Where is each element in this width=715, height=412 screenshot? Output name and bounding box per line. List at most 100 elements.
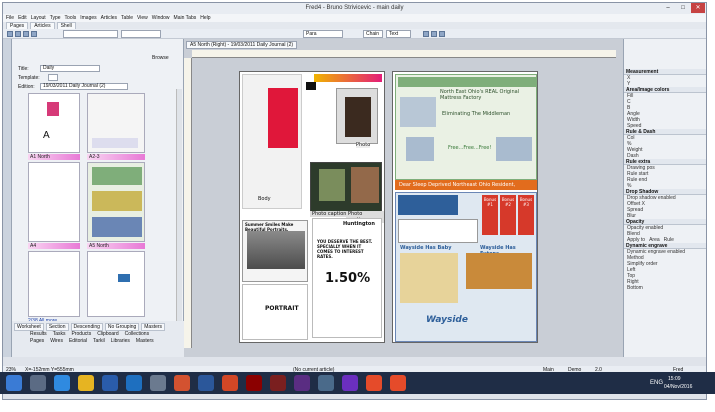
- tab-clipboard[interactable]: Clipboard: [97, 331, 118, 337]
- grouping-select[interactable]: No Grouping: [104, 323, 140, 331]
- photoshop-icon[interactable]: [294, 375, 310, 391]
- tab-collections[interactable]: Collections: [125, 331, 149, 337]
- tab-articles[interactable]: Articles: [30, 22, 55, 29]
- align-center-icon[interactable]: [431, 31, 437, 37]
- zoom-tool-icon[interactable]: [31, 31, 37, 37]
- para-field[interactable]: Para: [303, 30, 343, 38]
- tab-editorial[interactable]: Editorial: [69, 338, 87, 344]
- menu-tools[interactable]: Tools: [65, 15, 77, 21]
- edition-select[interactable]: 19/03/2011 Daily Journal (2): [40, 83, 128, 90]
- photo-frame-1[interactable]: [336, 88, 378, 144]
- masters-button[interactable]: Masters: [141, 323, 166, 331]
- align-left-icon[interactable]: [423, 31, 429, 37]
- explorer-icon[interactable]: [30, 375, 46, 391]
- menu-articles[interactable]: Articles: [101, 15, 117, 21]
- browse-button[interactable]: Browse: [152, 55, 169, 61]
- tab-tarkil[interactable]: Tarkil: [93, 338, 105, 344]
- worksheet-select[interactable]: Worksheet: [14, 323, 44, 331]
- template-label: Template:: [18, 75, 40, 81]
- menu-help[interactable]: Help: [200, 15, 210, 21]
- powerpoint-icon[interactable]: [174, 375, 190, 391]
- text-field[interactable]: Text: [386, 30, 411, 38]
- descending-select[interactable]: Descending: [70, 323, 103, 331]
- section-select[interactable]: Section: [45, 323, 69, 331]
- body-label: Body: [258, 196, 271, 202]
- huntington-ad[interactable]: Huntington YOU DESERVE THE BEST. SPECIAL…: [312, 218, 382, 338]
- photo-caption-1: Photo caption: [310, 211, 349, 217]
- page-thumb-a1[interactable]: A: [28, 93, 80, 153]
- page-thumb-a3[interactable]: [87, 162, 145, 242]
- menu-type[interactable]: Type: [50, 15, 61, 21]
- menu-view[interactable]: View: [137, 15, 148, 21]
- mattress-ad[interactable]: North East Ohio's REAL Original Mattress…: [395, 74, 537, 180]
- page-left[interactable]: Body Photo Photo caption Photo caption S…: [239, 71, 385, 343]
- pdf-icon[interactable]: [222, 375, 238, 391]
- red-block: [268, 88, 298, 148]
- bottom-field[interactable]: Bottom: [624, 285, 706, 291]
- tab-masters[interactable]: Masters: [136, 338, 154, 344]
- document-tab[interactable]: A5 North (Right) - 19/03/2011 Daily Jour…: [186, 41, 298, 49]
- menu-main-tabs[interactable]: Main Tabs: [174, 15, 197, 21]
- tab-wires[interactable]: Wires: [50, 338, 63, 344]
- menu-images[interactable]: Images: [80, 15, 96, 21]
- menu-window[interactable]: Window: [152, 15, 170, 21]
- chrome-icon[interactable]: [78, 375, 94, 391]
- calendar-icon[interactable]: [54, 375, 70, 391]
- chain-field[interactable]: Chain: [363, 30, 383, 38]
- wayside-ad[interactable]: Bonus #1 Bonus #2 Bonus #3 Wayside Has B…: [395, 192, 537, 342]
- app-window: Fred4 - Bruno Strivicevic - main daily –…: [2, 2, 707, 400]
- page-label-a1: A1 North: [28, 154, 80, 160]
- outlook-icon[interactable]: [126, 375, 142, 391]
- page-thumb-a5[interactable]: [28, 251, 80, 317]
- tab-shell[interactable]: Shell: [56, 22, 76, 29]
- tab-pages-bottom[interactable]: Pages: [30, 338, 44, 344]
- page-thumb-a4[interactable]: [28, 162, 80, 242]
- note-icon[interactable]: [318, 375, 334, 391]
- clock-time[interactable]: 15:09: [668, 376, 681, 382]
- frame-tool-icon[interactable]: [23, 31, 29, 37]
- title-field[interactable]: Daily: [40, 65, 100, 72]
- menu-edit[interactable]: Edit: [18, 15, 27, 21]
- select-tool-icon[interactable]: [7, 31, 13, 37]
- menu-layout[interactable]: Layout: [31, 15, 46, 21]
- taskbar: ENG 15:09 04/Nov/2016: [0, 372, 715, 394]
- text-tool-icon[interactable]: [15, 31, 21, 37]
- visual-studio-icon[interactable]: [342, 375, 358, 391]
- page-thumb-a2[interactable]: [87, 93, 145, 153]
- skype-icon[interactable]: [150, 375, 166, 391]
- page-label-a4: A4: [28, 243, 80, 249]
- word-icon[interactable]: [198, 375, 214, 391]
- horizontal-ruler: [192, 50, 616, 58]
- size-field[interactable]: [121, 30, 161, 38]
- clock-date[interactable]: 04/Nov/2016: [664, 384, 692, 390]
- indesign-icon[interactable]: [246, 375, 262, 391]
- photo-frame-2[interactable]: [310, 162, 382, 212]
- language-indicator[interactable]: ENG: [650, 372, 663, 394]
- font-field[interactable]: [63, 30, 118, 38]
- minimize-button[interactable]: –: [661, 3, 675, 13]
- menu-table[interactable]: Table: [121, 15, 133, 21]
- tab-results[interactable]: Results: [30, 331, 47, 337]
- summer-ad[interactable]: Summer Smiles Make Beautiful Portraits.: [242, 220, 308, 282]
- portrait-ad[interactable]: PORTRAIT: [242, 284, 308, 340]
- tab-products[interactable]: Products: [71, 331, 91, 337]
- tab-libraries[interactable]: Libraries: [111, 338, 130, 344]
- page-right[interactable]: North East Ohio's REAL Original Mattress…: [392, 71, 538, 343]
- template-field[interactable]: [48, 74, 58, 81]
- ie-icon[interactable]: [102, 375, 118, 391]
- tab-pages[interactable]: Pages: [6, 22, 29, 29]
- start-icon[interactable]: [6, 375, 22, 391]
- navigator-strip[interactable]: [3, 39, 12, 357]
- maximize-button[interactable]: □: [676, 3, 690, 13]
- pages-scrollbar[interactable]: [176, 89, 182, 339]
- toolbar: Para Chain Text: [3, 29, 706, 39]
- fred4-second-icon[interactable]: [390, 375, 406, 391]
- menu-file[interactable]: File: [6, 15, 14, 21]
- tab-tasks[interactable]: Tasks: [53, 331, 66, 337]
- app-icon[interactable]: [270, 375, 286, 391]
- page-thumb-a6[interactable]: [87, 251, 145, 317]
- close-button[interactable]: ✕: [691, 3, 705, 13]
- fred4-icon[interactable]: [366, 375, 382, 391]
- align-right-icon[interactable]: [439, 31, 445, 37]
- properties-panel: Measurement X Y Area/Image colors Fill C…: [623, 39, 706, 357]
